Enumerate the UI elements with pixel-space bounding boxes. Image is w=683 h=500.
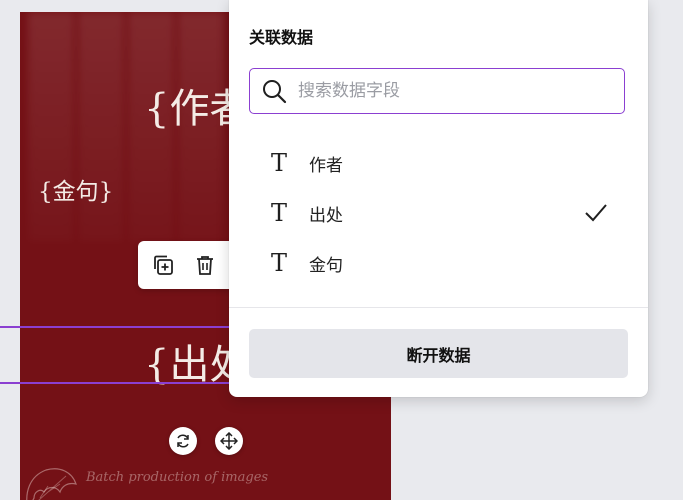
popover-title: 关联数据 bbox=[249, 28, 314, 47]
field-label: 出处 bbox=[309, 205, 343, 226]
checkmark-icon bbox=[585, 204, 607, 222]
search-input[interactable] bbox=[296, 70, 624, 112]
move-icon bbox=[220, 432, 238, 450]
selection-border-top bbox=[0, 326, 240, 328]
move-handle[interactable] bbox=[215, 427, 243, 455]
rotate-handle[interactable] bbox=[169, 427, 197, 455]
quote-placeholder-text[interactable]: {金句} bbox=[38, 172, 113, 206]
search-icon bbox=[263, 80, 287, 104]
divider bbox=[229, 307, 648, 308]
rotate-icon bbox=[177, 434, 189, 448]
selection-border-bottom bbox=[0, 382, 240, 384]
window-shadow-decoration bbox=[78, 12, 124, 242]
field-item-quote[interactable]: T 金句 bbox=[249, 238, 628, 288]
data-link-popover: 关联数据 T 作者 T 出处 T 金句 断开数据 bbox=[229, 0, 648, 397]
duplicate-icon bbox=[154, 255, 173, 275]
delete-button[interactable] bbox=[192, 252, 218, 278]
field-item-author[interactable]: T 作者 bbox=[249, 138, 628, 188]
search-box[interactable] bbox=[249, 68, 625, 114]
trash-icon bbox=[197, 256, 213, 275]
text-type-icon: T bbox=[271, 249, 288, 277]
window-shadow-decoration bbox=[28, 12, 74, 242]
monstera-leaf-icon bbox=[26, 468, 77, 500]
text-type-icon: T bbox=[271, 199, 288, 227]
field-list: T 作者 T 出处 T 金句 bbox=[249, 138, 628, 288]
field-label: 作者 bbox=[309, 155, 343, 176]
duplicate-button[interactable] bbox=[150, 252, 176, 278]
script-caption: Batch production of images bbox=[86, 470, 269, 485]
text-type-icon: T bbox=[271, 149, 288, 177]
disconnect-data-button[interactable]: 断开数据 bbox=[249, 329, 628, 378]
field-label: 金句 bbox=[309, 255, 343, 276]
field-item-source[interactable]: T 出处 bbox=[249, 188, 628, 238]
